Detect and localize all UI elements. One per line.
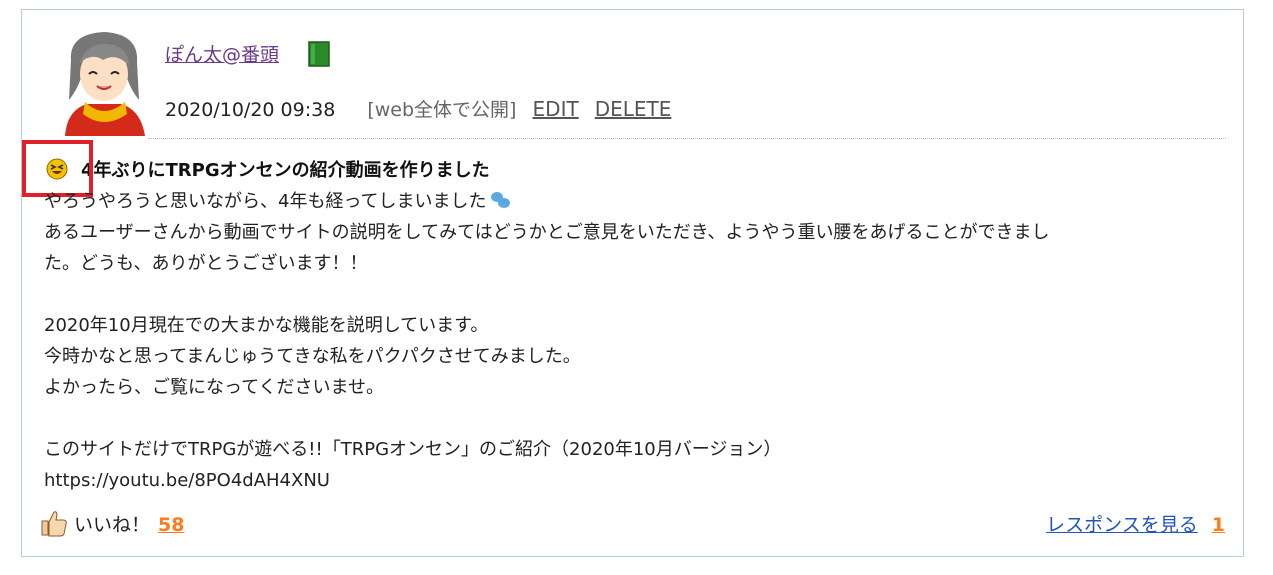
view-responses-link[interactable]: レスポンスを見る [1046, 514, 1198, 536]
post-title: 4年ぶりにTRPGオンセンの紹介動画を作りました [81, 160, 490, 181]
thumbs-up-icon[interactable] [40, 509, 68, 537]
response-count[interactable]: 1 [1212, 514, 1225, 536]
body-line [44, 403, 1234, 434]
like-count[interactable]: 58 [158, 514, 184, 536]
body-line: 今時かなと思ってまんじゅうてきな私をパクパクさせてみました。 [44, 346, 581, 367]
visibility-scope: [web全体で公開] [367, 99, 517, 121]
edit-link[interactable]: EDIT [533, 97, 579, 121]
divider [148, 138, 1226, 139]
body-line: あるユーザーさんから動画でサイトの説明をしてみてはどうかとご意見をいただき、よう… [44, 222, 1050, 243]
body-line: やろうやろうと思いながら、4年も経ってしまいました [44, 186, 1234, 217]
book-icon [308, 41, 330, 67]
delete-link[interactable]: DELETE [595, 97, 672, 121]
like-row: いいね！ 58 [40, 509, 184, 537]
body-line [44, 279, 1234, 310]
post-meta: 2020/10/20 09:38 [web全体で公開] EDIT DELETE [165, 95, 671, 122]
body-line: https://youtu.be/8PO4dAH4XNU [44, 470, 330, 491]
body-line: よかったら、ご覧になってくださいませ。 [44, 377, 385, 398]
avatar[interactable] [57, 30, 151, 136]
like-label: いいね！ [74, 514, 151, 536]
response-row: レスポンスを見る 1 [1046, 510, 1225, 537]
post-datetime: 2020/10/20 09:38 [165, 99, 336, 121]
username-link[interactable]: ぽん太@番頭 [165, 40, 279, 67]
body-line: このサイトだけでTRPGが遊べる!!「TRPGオンセン」のご紹介（2020年10… [44, 439, 782, 460]
post-body: やろうやろうと思いながら、4年も経ってしまいました あるユーザーさんから動画でサ… [44, 186, 1234, 496]
sweat-drops-icon [490, 192, 510, 208]
body-line: た。どうも、ありがとうございます！！ [44, 253, 368, 274]
body-line: 2020年10月現在での大まかな機能を説明しています。 [44, 315, 489, 336]
